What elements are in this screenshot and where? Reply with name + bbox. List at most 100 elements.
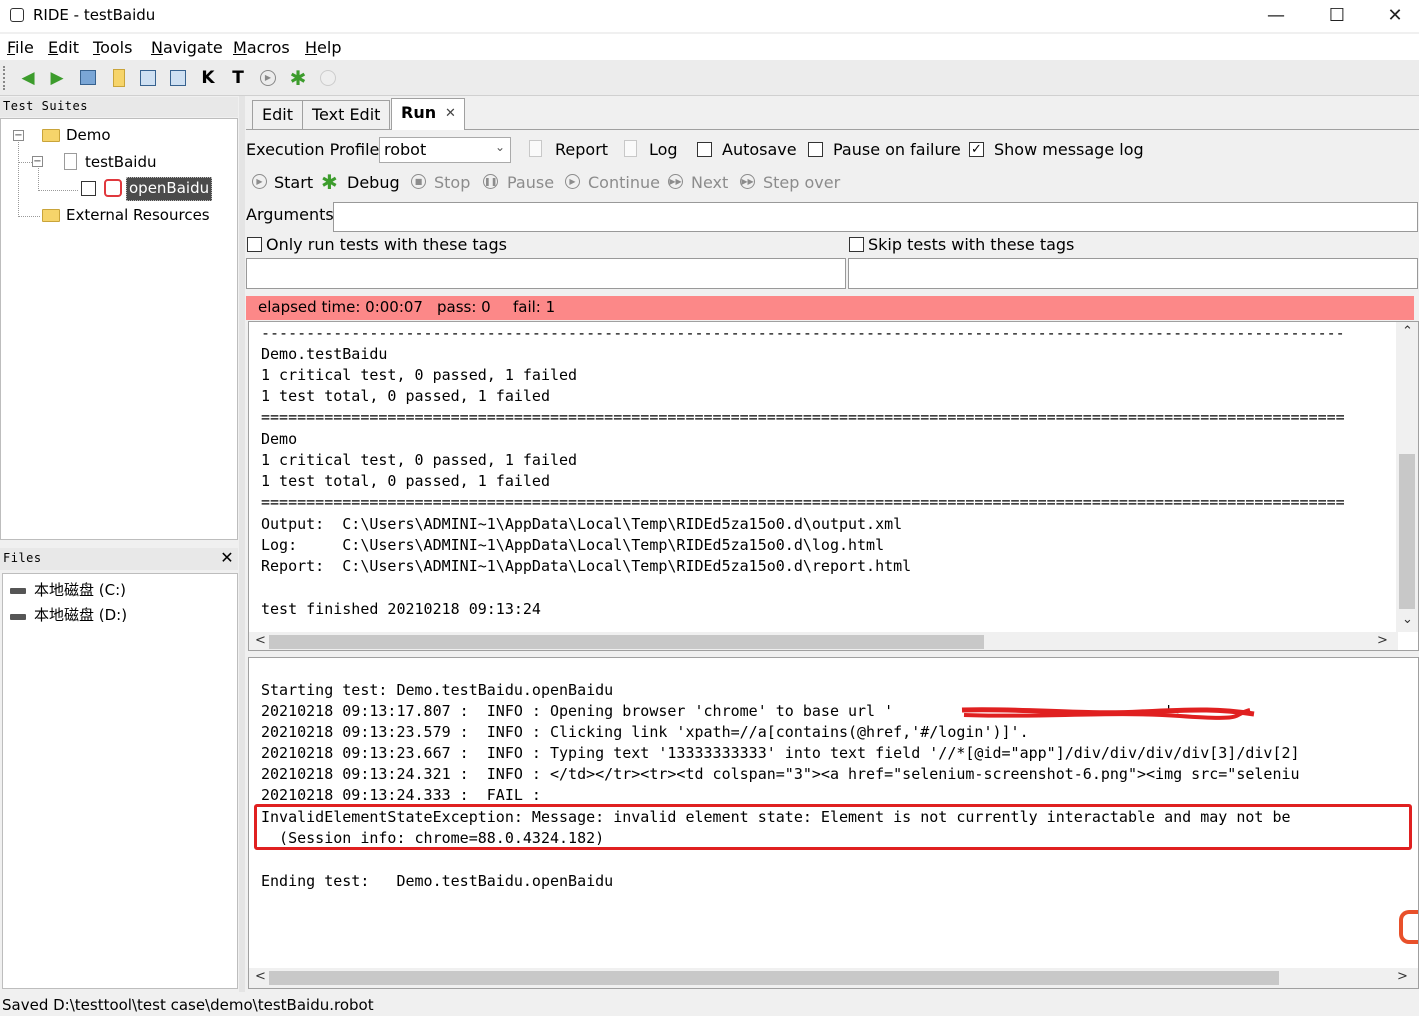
console-line: ========================================… <box>261 408 1345 426</box>
pause-button[interactable]: Pause <box>507 173 554 192</box>
step-over-button[interactable]: Step over <box>763 173 840 192</box>
debug-button[interactable]: Debug <box>347 173 400 192</box>
skip-tags-label: Skip tests with these tags <box>868 235 1075 254</box>
report-path-line: Report: C:\Users\ADMINI~1\AppData\Local\… <box>261 557 912 575</box>
elapsed-time: elapsed time: 0:00:07 <box>258 298 423 316</box>
console-line: 1 critical test, 0 passed, 1 failed <box>261 366 578 384</box>
scroll-thumb[interactable] <box>269 971 1279 985</box>
scroll-thumb[interactable] <box>269 635 984 649</box>
console-vertical-scrollbar[interactable]: ⌃ ⌄ <box>1396 322 1418 632</box>
search-tests-icon[interactable]: T <box>227 67 249 89</box>
output-console[interactable]: ----------------------------------------… <box>248 321 1419 651</box>
continue-button[interactable]: Continue <box>588 173 660 192</box>
tree-item-openbaidu[interactable]: openBaidu <box>126 177 213 201</box>
arguments-input[interactable] <box>333 202 1418 232</box>
scroll-up-icon[interactable]: ⌃ <box>1402 324 1413 339</box>
start-button[interactable]: Start <box>274 173 313 192</box>
test-checkbox[interactable] <box>81 181 96 196</box>
skip-tags-input[interactable] <box>848 258 1418 289</box>
collapse-testbaidu-icon[interactable]: − <box>32 156 43 167</box>
maximize-button[interactable]: ☐ <box>1308 0 1366 32</box>
console-line: Demo <box>261 430 298 448</box>
test-suites-tree: − Demo − testBaidu openBaidu External Re… <box>0 118 238 540</box>
report-button[interactable]: Report <box>555 140 608 159</box>
console-line: 20210218 09:13:24.321 : INFO : </td></tr… <box>261 765 1300 783</box>
tab-text-edit[interactable]: Text Edit <box>302 100 391 129</box>
tab-run-label: Run <box>401 103 437 122</box>
tree-item-external-resources[interactable]: External Resources <box>66 206 210 224</box>
minimize-button[interactable]: — <box>1247 0 1305 32</box>
autosave-checkbox[interactable] <box>697 142 712 157</box>
scroll-left-icon[interactable]: < <box>255 969 266 984</box>
tab-edit[interactable]: Edit <box>252 100 303 129</box>
collapse-demo-icon[interactable]: − <box>13 130 24 141</box>
tab-run[interactable]: Run ✕ <box>391 98 465 130</box>
fail-count: fail: 1 <box>513 298 556 316</box>
scroll-thumb[interactable] <box>1399 454 1415 609</box>
redacted-url-scribble <box>961 707 1255 720</box>
only-run-tags-input[interactable] <box>246 258 846 289</box>
search-keywords-icon[interactable]: K <box>197 67 219 89</box>
save-icon[interactable] <box>137 67 159 89</box>
scroll-down-icon[interactable]: ⌄ <box>1402 612 1413 627</box>
editor-tabs: Edit Text Edit Run ✕ <box>246 98 1419 130</box>
pass-count: pass: 0 <box>437 298 491 316</box>
scroll-left-icon[interactable]: < <box>255 633 266 648</box>
execution-status-strip: elapsed time: 0:00:07 pass: 0 fail: 1 <box>246 296 1414 320</box>
scroll-right-icon[interactable]: > <box>1377 633 1388 648</box>
stop-icon[interactable] <box>317 67 339 89</box>
stop-button[interactable]: Stop <box>434 173 470 192</box>
chevron-down-icon: ⌄ <box>494 140 505 154</box>
execution-profile-label: Execution Profile: <box>246 140 385 159</box>
forward-arrow-icon[interactable]: ▶ <box>46 67 68 89</box>
arguments-label: Arguments: <box>246 205 340 224</box>
drive-d[interactable]: 本地磁盘 (D:) <box>34 604 127 625</box>
next-icon: ▶▶ <box>668 174 683 189</box>
drive-icon <box>10 588 26 594</box>
files-close-icon[interactable]: ✕ <box>218 548 236 568</box>
pause-icon: ❚❚ <box>483 174 498 189</box>
files-header: Files <box>0 548 238 570</box>
output-path-line: Output: C:\Users\ADMINI~1\AppData\Local\… <box>261 515 903 533</box>
next-button[interactable]: Next <box>691 173 728 192</box>
menu-edit[interactable]: Edit <box>48 38 79 57</box>
execution-profile-select[interactable]: robot ⌄ <box>379 137 511 163</box>
menu-file[interactable]: File <box>7 38 34 57</box>
tree-item-testbaidu[interactable]: testBaidu <box>85 153 156 171</box>
log-horizontal-scrollbar[interactable]: < > <box>249 968 1418 988</box>
tree-item-demo[interactable]: Demo <box>66 126 111 144</box>
drive-c[interactable]: 本地磁盘 (C:) <box>34 579 126 600</box>
pause-on-failure-checkbox[interactable] <box>808 142 823 157</box>
menu-tools[interactable]: Tools <box>93 38 132 57</box>
toolbar-grip <box>3 66 5 90</box>
run-icon[interactable]: ▶ <box>257 67 279 89</box>
external-resources-folder-icon <box>42 209 60 222</box>
show-message-log-checkbox[interactable]: ✓ <box>969 142 984 157</box>
save-all-icon[interactable] <box>167 67 189 89</box>
execution-profile-value: robot <box>384 140 427 159</box>
continue-icon: ▶ <box>565 174 580 189</box>
skip-tags-checkbox[interactable] <box>849 237 864 252</box>
console-line: Starting test: Demo.testBaidu.openBaidu <box>261 681 614 699</box>
console-horizontal-scrollbar[interactable]: < > <box>249 632 1398 650</box>
debug-bug-icon[interactable]: ✱ <box>287 67 309 89</box>
back-arrow-icon[interactable]: ◀ <box>17 67 39 89</box>
close-button[interactable]: ✕ <box>1366 0 1419 32</box>
folder-icon <box>42 129 60 142</box>
open-suite-icon[interactable] <box>77 67 99 89</box>
test-suites-header: Test Suites <box>0 97 238 117</box>
log-button[interactable]: Log <box>649 140 678 159</box>
pane-splitter[interactable] <box>239 96 245 992</box>
open-directory-icon[interactable] <box>108 67 130 89</box>
scroll-right-icon[interactable]: > <box>1397 969 1408 984</box>
menu-macros[interactable]: Macros <box>233 38 290 57</box>
menu-help[interactable]: Help <box>305 38 341 57</box>
only-run-tags-checkbox[interactable] <box>247 237 262 252</box>
status-bar: Saved D:\testtool\test case\demo\testBai… <box>0 996 1419 1016</box>
start-icon: ▶ <box>252 174 267 189</box>
menu-navigate[interactable]: Navigate <box>151 38 223 57</box>
close-tab-icon[interactable]: ✕ <box>445 106 456 121</box>
title-bar: RIDE - testBaidu — ☐ ✕ <box>0 0 1419 32</box>
pause-on-failure-label: Pause on failure <box>833 140 961 159</box>
console-line: 20210218 09:13:23.579 : INFO : Clicking … <box>261 723 1029 741</box>
